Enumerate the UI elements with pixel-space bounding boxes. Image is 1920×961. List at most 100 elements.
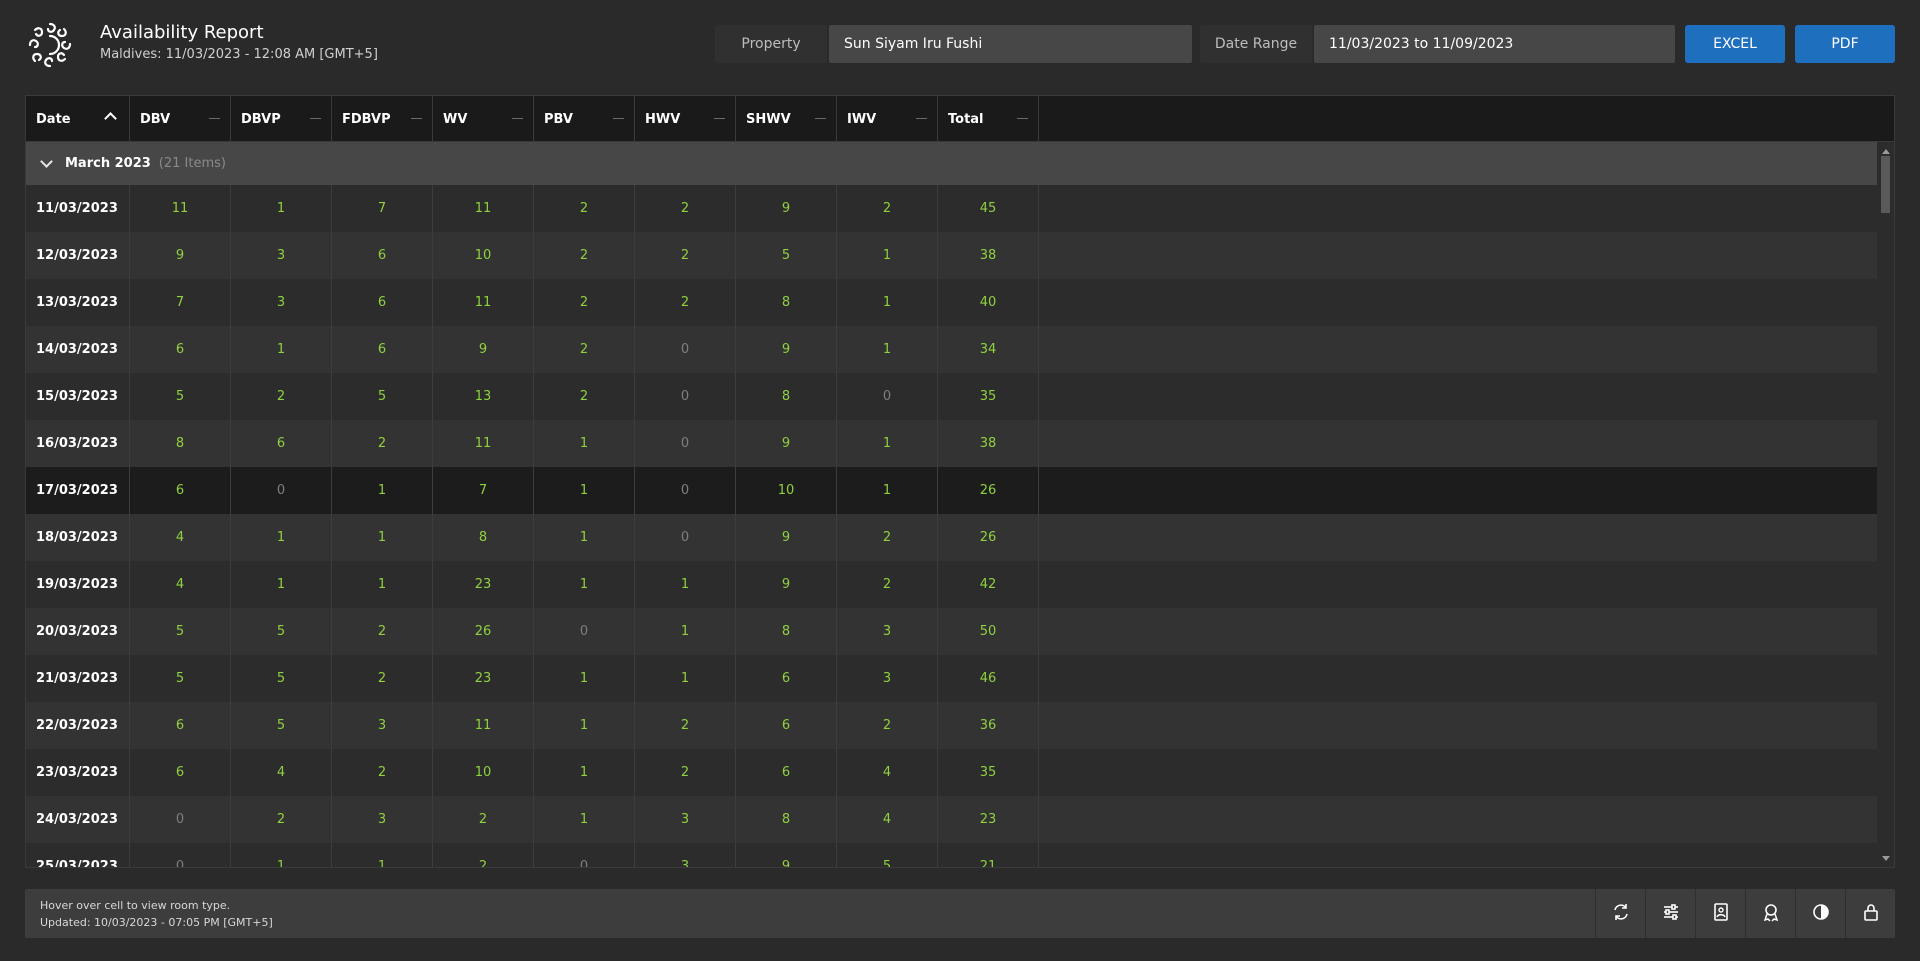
availability-cell-pbv[interactable]: 0: [534, 608, 635, 655]
availability-cell-total[interactable]: 46: [938, 655, 1039, 702]
availability-cell-pbv[interactable]: 2: [534, 232, 635, 279]
availability-cell-hwv[interactable]: 2: [635, 232, 736, 279]
availability-cell-shwv[interactable]: 8: [736, 608, 837, 655]
availability-cell-hwv[interactable]: 2: [635, 749, 736, 796]
date-cell[interactable]: 24/03/2023: [26, 796, 130, 843]
availability-cell-dbv[interactable]: 0: [130, 843, 231, 867]
scroll-thumb[interactable]: [1881, 156, 1890, 213]
column-header-dbvp[interactable]: DBVP: [231, 96, 332, 142]
property-select[interactable]: Sun Siyam Iru Fushi: [829, 25, 1192, 63]
availability-cell-dbvp[interactable]: 2: [231, 373, 332, 420]
availability-cell-shwv[interactable]: 8: [736, 796, 837, 843]
date-cell[interactable]: 23/03/2023: [26, 749, 130, 796]
availability-cell-dbv[interactable]: 5: [130, 608, 231, 655]
table-row[interactable]: 20/03/2023 5 5 2 26 0 1 8 3 50: [26, 608, 1878, 655]
availability-cell-dbvp[interactable]: 0: [231, 467, 332, 514]
availability-cell-shwv[interactable]: 8: [736, 373, 837, 420]
availability-cell-pbv[interactable]: 2: [534, 279, 635, 326]
table-row[interactable]: 22/03/2023 6 5 3 11 1 2 6 2 36: [26, 702, 1878, 749]
group-row-march-2023[interactable]: March 2023 (21 Items): [26, 142, 1878, 185]
availability-cell-dbv[interactable]: 6: [130, 326, 231, 373]
availability-cell-pbv[interactable]: 1: [534, 655, 635, 702]
table-row[interactable]: 15/03/2023 5 2 5 13 2 0 8 0 35: [26, 373, 1878, 420]
availability-cell-wv[interactable]: 13: [433, 373, 534, 420]
availability-cell-wv[interactable]: 9: [433, 326, 534, 373]
availability-cell-shwv[interactable]: 9: [736, 326, 837, 373]
availability-cell-hwv[interactable]: 2: [635, 702, 736, 749]
availability-cell-total[interactable]: 26: [938, 514, 1039, 561]
column-menu-icon[interactable]: [613, 118, 624, 119]
date-cell[interactable]: 18/03/2023: [26, 514, 130, 561]
availability-cell-wv[interactable]: 8: [433, 514, 534, 561]
column-menu-icon[interactable]: [714, 118, 725, 119]
date-cell[interactable]: 13/03/2023: [26, 279, 130, 326]
column-menu-icon[interactable]: [512, 118, 523, 119]
refresh-button[interactable]: [1595, 889, 1645, 938]
column-menu-icon[interactable]: [209, 118, 220, 119]
availability-cell-dbvp[interactable]: 1: [231, 185, 332, 232]
availability-cell-total[interactable]: 36: [938, 702, 1039, 749]
availability-cell-total[interactable]: 35: [938, 749, 1039, 796]
availability-cell-total[interactable]: 42: [938, 561, 1039, 608]
availability-cell-dbvp[interactable]: 1: [231, 514, 332, 561]
availability-cell-hwv[interactable]: 0: [635, 420, 736, 467]
availability-cell-iwv[interactable]: 2: [837, 514, 938, 561]
availability-cell-iwv[interactable]: 5: [837, 843, 938, 867]
availability-cell-dbvp[interactable]: 5: [231, 608, 332, 655]
availability-cell-iwv[interactable]: 1: [837, 467, 938, 514]
availability-cell-dbv[interactable]: 6: [130, 749, 231, 796]
table-row[interactable]: 17/03/2023 6 0 1 7 1 0 10 1 26: [26, 467, 1878, 514]
date-cell[interactable]: 22/03/2023: [26, 702, 130, 749]
availability-cell-pbv[interactable]: 1: [534, 561, 635, 608]
availability-cell-iwv[interactable]: 3: [837, 608, 938, 655]
availability-cell-wv[interactable]: 11: [433, 420, 534, 467]
availability-cell-dbv[interactable]: 4: [130, 514, 231, 561]
date-cell[interactable]: 25/03/2023: [26, 843, 130, 867]
date-cell[interactable]: 15/03/2023: [26, 373, 130, 420]
column-header-wv[interactable]: WV: [433, 96, 534, 142]
availability-cell-hwv[interactable]: 1: [635, 561, 736, 608]
date-cell[interactable]: 20/03/2023: [26, 608, 130, 655]
lock-button[interactable]: [1845, 889, 1895, 938]
column-header-hwv[interactable]: HWV: [635, 96, 736, 142]
availability-cell-total[interactable]: 38: [938, 420, 1039, 467]
availability-cell-fdbvp[interactable]: 7: [332, 185, 433, 232]
availability-cell-fdbvp[interactable]: 6: [332, 279, 433, 326]
table-row[interactable]: 12/03/2023 9 3 6 10 2 2 5 1 38: [26, 232, 1878, 279]
availability-cell-dbv[interactable]: 11: [130, 185, 231, 232]
availability-cell-hwv[interactable]: 0: [635, 326, 736, 373]
table-row[interactable]: 13/03/2023 7 3 6 11 2 2 8 1 40: [26, 279, 1878, 326]
date-cell[interactable]: 21/03/2023: [26, 655, 130, 702]
availability-cell-fdbvp[interactable]: 3: [332, 702, 433, 749]
date-cell[interactable]: 14/03/2023: [26, 326, 130, 373]
availability-cell-total[interactable]: 23: [938, 796, 1039, 843]
availability-cell-shwv[interactable]: 5: [736, 232, 837, 279]
column-menu-icon[interactable]: [815, 118, 826, 119]
column-menu-icon[interactable]: [1017, 118, 1028, 119]
availability-cell-total[interactable]: 45: [938, 185, 1039, 232]
column-header-date[interactable]: Date: [26, 96, 130, 142]
column-header-pbv[interactable]: PBV: [534, 96, 635, 142]
availability-cell-shwv[interactable]: 10: [736, 467, 837, 514]
availability-cell-total[interactable]: 40: [938, 279, 1039, 326]
availability-cell-fdbvp[interactable]: 2: [332, 420, 433, 467]
availability-cell-fdbvp[interactable]: 1: [332, 467, 433, 514]
availability-cell-pbv[interactable]: 1: [534, 796, 635, 843]
column-menu-icon[interactable]: [916, 118, 927, 119]
availability-cell-total[interactable]: 50: [938, 608, 1039, 655]
availability-cell-dbvp[interactable]: 5: [231, 655, 332, 702]
availability-cell-wv[interactable]: 10: [433, 232, 534, 279]
availability-cell-fdbvp[interactable]: 2: [332, 655, 433, 702]
availability-cell-fdbvp[interactable]: 6: [332, 232, 433, 279]
pdf-export-button[interactable]: PDF: [1795, 25, 1895, 63]
date-cell[interactable]: 12/03/2023: [26, 232, 130, 279]
availability-cell-pbv[interactable]: 1: [534, 514, 635, 561]
availability-cell-hwv[interactable]: 0: [635, 467, 736, 514]
column-menu-icon[interactable]: [310, 118, 321, 119]
date-cell[interactable]: 19/03/2023: [26, 561, 130, 608]
availability-cell-wv[interactable]: 26: [433, 608, 534, 655]
availability-cell-dbv[interactable]: 6: [130, 467, 231, 514]
table-row[interactable]: 19/03/2023 4 1 1 23 1 1 9 2 42: [26, 561, 1878, 608]
availability-cell-dbvp[interactable]: 2: [231, 796, 332, 843]
availability-cell-total[interactable]: 26: [938, 467, 1039, 514]
